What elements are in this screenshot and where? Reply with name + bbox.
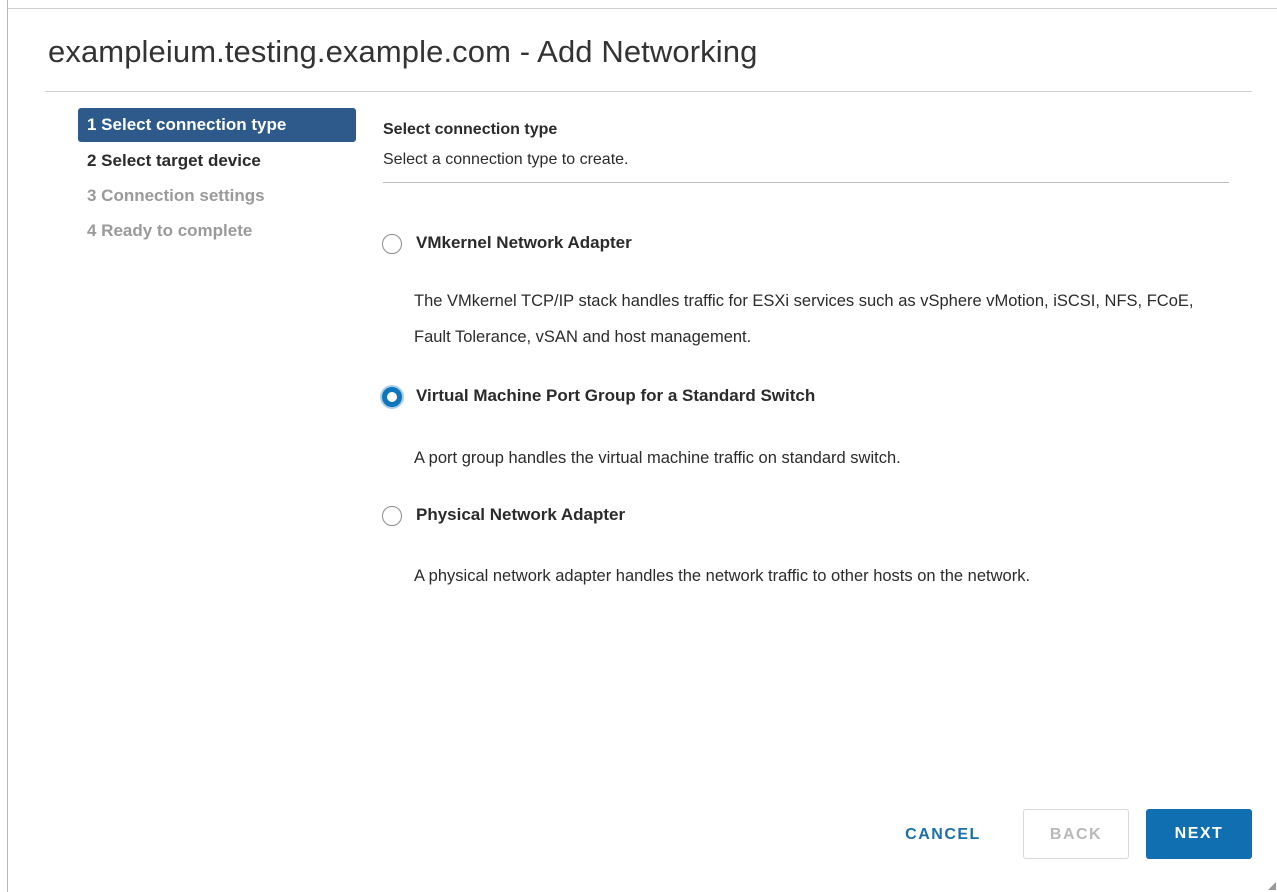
- back-button: BACK: [1023, 809, 1129, 859]
- radio-physical-network-adapter[interactable]: [382, 506, 402, 526]
- page-heading: Select connection type: [383, 121, 558, 138]
- radio-vmkernel-network-adapter[interactable]: [382, 234, 402, 254]
- option-label-vm-port-group[interactable]: Virtual Machine Port Group for a Standar…: [416, 386, 815, 406]
- step-connection-settings: 3 Connection settings: [87, 186, 265, 205]
- option-label-vmkernel[interactable]: VMkernel Network Adapter: [416, 233, 632, 253]
- step-ready-to-complete: 4 Ready to complete: [87, 221, 253, 240]
- step-select-connection-type[interactable]: 1 Select connection type: [78, 108, 356, 142]
- title-divider: [45, 91, 1252, 92]
- option-description-physical: A physical network adapter handles the n…: [414, 567, 1031, 585]
- option-label-physical[interactable]: Physical Network Adapter: [416, 505, 625, 525]
- option-description-vmkernel: The VMkernel TCP/IP stack handles traffi…: [414, 292, 1194, 346]
- dialog-title: exampleium.testing.example.com - Add Net…: [48, 34, 758, 69]
- page-subheading: Select a connection type to create.: [383, 151, 629, 168]
- wizard-steps: 1 Select connection type 2 Select target…: [78, 108, 356, 249]
- option-description-vm-port-group: A port group handles the virtual machine…: [414, 449, 901, 467]
- add-networking-dialog: exampleium.testing.example.com - Add Net…: [0, 0, 1277, 892]
- content-divider: [383, 182, 1229, 183]
- dialog-top-border: [7, 8, 1277, 9]
- radio-vm-port-group[interactable]: [382, 387, 402, 407]
- cancel-button[interactable]: CANCEL: [884, 810, 1002, 860]
- next-button[interactable]: NEXT: [1146, 809, 1252, 859]
- step-content-header: Select connection type Select a connecti…: [383, 117, 1229, 175]
- step-select-target-device[interactable]: 2 Select target device: [78, 144, 356, 177]
- dialog-left-border: [7, 0, 8, 892]
- resize-grip-icon[interactable]: [1268, 882, 1276, 890]
